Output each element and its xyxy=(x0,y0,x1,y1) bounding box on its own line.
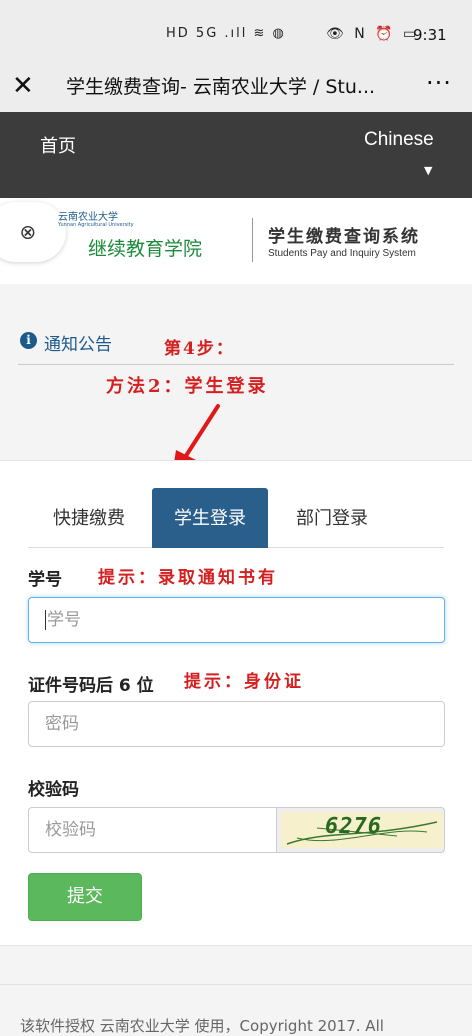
page: HD 5G .ıll ≋ ◍ 👁 N ⏰ ▭ 9:31 ✕ 学生缴费查询- 云南… xyxy=(0,0,472,1036)
login-tabs: 快捷缴费 学生登录 部门登录 xyxy=(28,488,444,548)
password-placeholder: 密码 xyxy=(45,714,79,734)
site-header: ⊕ 云南农业大学 Yunnan Agricultural University … xyxy=(0,198,472,284)
header-divider xyxy=(252,218,253,262)
submit-button[interactable]: 提交 xyxy=(28,873,142,921)
password-input[interactable]: 密码 xyxy=(28,701,445,747)
nav-home-link[interactable]: 首页 xyxy=(40,132,76,158)
top-navbar: 首页 Chinese ▼ xyxy=(0,112,472,198)
link-icon: ⊕ xyxy=(12,217,42,247)
page-title: 学生缴费查询- 云南农业大学 / Stu... xyxy=(66,76,376,98)
captcha-group: 校验码 6276 xyxy=(28,807,445,853)
captcha-code: 6276 xyxy=(325,814,382,839)
student-id-placeholder: 学号 xyxy=(47,610,81,630)
annotation-step: 第4步： xyxy=(164,339,235,359)
login-panel: 快捷缴费 学生登录 部门登录 学号 提示：录取通知书有 学号 证件号码后 6 位… xyxy=(0,460,472,946)
network-status-icons: HD 5G .ıll ≋ ◍ xyxy=(166,26,286,41)
student-id-label: 学号 xyxy=(28,570,62,590)
chevron-down-icon[interactable]: ▼ xyxy=(424,164,432,177)
copy-link-button[interactable]: ⊕ xyxy=(0,202,66,262)
id-last6-label: 证件号码后 6 位 xyxy=(28,676,154,696)
captcha-input[interactable]: 校验码 xyxy=(28,807,276,853)
copyright-text: 该软件授权 云南农业大学 使用，Copyright 2017. All xyxy=(20,1017,384,1035)
university-logo-name: 云南农业大学 xyxy=(58,212,118,223)
notice-section: i 通知公告 第4步： 方法2：学生登录 xyxy=(0,284,472,476)
system-name-cn: 学生缴费查询系统 xyxy=(268,227,420,247)
captcha-label: 校验码 xyxy=(28,780,79,800)
status-bar: HD 5G .ıll ≋ ◍ 👁 N ⏰ ▭ 9:31 xyxy=(0,0,472,68)
close-icon[interactable]: ✕ xyxy=(12,70,34,102)
more-options-icon[interactable]: ··· xyxy=(426,68,452,98)
captcha-placeholder: 校验码 xyxy=(45,820,96,840)
captcha-image[interactable]: 6276 xyxy=(276,807,445,853)
info-icon: i xyxy=(20,332,37,349)
system-name-en: Students Pay and Inquiry System xyxy=(268,248,416,259)
annotation-method: 方法2：学生登录 xyxy=(106,376,269,397)
tab-quick-payment[interactable]: 快捷缴费 xyxy=(28,488,150,548)
system-status-icons: 👁 N ⏰ ▭ xyxy=(326,26,420,42)
tab-department-login[interactable]: 部门登录 xyxy=(274,488,390,548)
college-name: 继续教育学院 xyxy=(88,238,203,260)
id-last6-hint: 提示：身份证 xyxy=(184,672,304,692)
student-id-input[interactable]: 学号 xyxy=(28,597,445,643)
university-logo-en: Yunnan Agricultural University xyxy=(58,222,134,228)
page-footer: 该软件授权 云南农业大学 使用，Copyright 2017. All xyxy=(0,984,472,1036)
notice-title[interactable]: 通知公告 xyxy=(44,330,112,355)
notice-divider xyxy=(18,364,454,365)
tab-student-login[interactable]: 学生登录 xyxy=(152,488,268,548)
student-id-hint: 提示：录取通知书有 xyxy=(98,568,278,588)
status-time: 9:31 xyxy=(413,26,447,44)
language-selector[interactable]: Chinese xyxy=(364,129,434,151)
text-cursor xyxy=(45,610,46,630)
browser-title-bar: ✕ 学生缴费查询- 云南农业大学 / Stu... ··· xyxy=(0,68,472,112)
